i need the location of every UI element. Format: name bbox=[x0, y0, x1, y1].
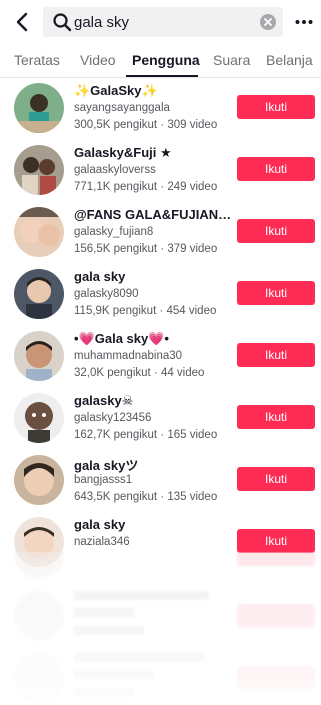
user-handle: galasky123456 bbox=[74, 412, 152, 424]
user-name: gala sky bbox=[74, 269, 126, 284]
tab-suara[interactable]: Suara bbox=[213, 52, 250, 68]
more-button[interactable] bbox=[292, 12, 316, 32]
user-stats: 156,5K pengikut · 379 video bbox=[74, 243, 218, 255]
user-stats: 300,5K pengikut · 309 video bbox=[74, 119, 218, 131]
clear-icon[interactable] bbox=[260, 14, 276, 30]
user-handle: bangjasss1 bbox=[74, 474, 133, 486]
avatar[interactable] bbox=[14, 331, 64, 381]
user-name: Galasky&Fuji ★ bbox=[74, 145, 172, 160]
user-stats: 643,5K pengikut · 135 video bbox=[74, 491, 218, 503]
back-button[interactable] bbox=[10, 9, 34, 35]
user-row[interactable]: galasky☠ galasky123456 162,7K pengikut ·… bbox=[0, 390, 321, 452]
user-row[interactable]: gala sky galasky8090 115,9K pengikut · 4… bbox=[0, 266, 321, 328]
follow-button[interactable]: Ikuti bbox=[237, 219, 315, 243]
user-name: gala skyツ bbox=[74, 458, 139, 473]
tab-pengguna[interactable]: Pengguna bbox=[132, 52, 200, 68]
user-stats: 162,7K pengikut · 165 video bbox=[74, 429, 218, 441]
user-stats: 771,1K pengikut · 249 video bbox=[74, 181, 218, 193]
follow-button[interactable]: Ikuti bbox=[237, 405, 315, 429]
user-name: ✨GalaSky✨ bbox=[74, 83, 158, 98]
user-handle: galasky8090 bbox=[74, 288, 139, 300]
user-row[interactable]: @FANS GALA&FUJIAN… galasky_fujian8 156,5… bbox=[0, 204, 321, 266]
user-row[interactable]: •💗Gala sky💗• muhammadnabina30 32,0K peng… bbox=[0, 328, 321, 390]
user-handle: muhammadnabina30 bbox=[74, 350, 183, 362]
follow-button[interactable]: Ikuti bbox=[237, 95, 315, 119]
reflection-fade bbox=[0, 552, 321, 705]
follow-button[interactable]: Ikuti bbox=[237, 467, 315, 491]
top-bar: gala sky bbox=[0, 0, 321, 46]
user-row[interactable]: Galasky&Fuji ★ galaaskyloverss 771,1K pe… bbox=[0, 142, 321, 204]
user-handle: sayangsayanggala bbox=[74, 102, 170, 114]
avatar[interactable] bbox=[14, 455, 64, 505]
avatar[interactable] bbox=[14, 145, 64, 195]
active-tab-indicator bbox=[126, 75, 198, 77]
follow-button[interactable]: Ikuti bbox=[237, 343, 315, 367]
user-stats: 115,9K pengikut · 454 video bbox=[74, 305, 217, 317]
avatar[interactable] bbox=[14, 207, 64, 257]
user-name: gala sky bbox=[74, 517, 126, 532]
user-name: @FANS GALA&FUJIAN… bbox=[74, 207, 232, 222]
search-icon bbox=[53, 13, 72, 32]
tab-teratas[interactable]: Teratas bbox=[14, 52, 60, 68]
search-field[interactable]: gala sky bbox=[43, 7, 283, 37]
follow-button[interactable]: Ikuti bbox=[237, 529, 315, 553]
search-input[interactable]: gala sky bbox=[74, 14, 129, 31]
user-handle: naziala346 bbox=[74, 536, 130, 548]
user-row[interactable]: gala skyツ bangjasss1 643,5K pengikut · 1… bbox=[0, 452, 321, 514]
tab-video[interactable]: Video bbox=[80, 52, 116, 68]
tab-bar: Teratas Video Pengguna Suara Belanja bbox=[0, 46, 321, 78]
tab-belanja[interactable]: Belanja bbox=[266, 52, 313, 68]
more-icon bbox=[295, 20, 313, 24]
avatar[interactable] bbox=[14, 393, 64, 443]
follow-button[interactable]: Ikuti bbox=[237, 157, 315, 181]
avatar[interactable] bbox=[14, 269, 64, 319]
user-row[interactable]: ✨GalaSky✨ sayangsayanggala 300,5K pengik… bbox=[0, 80, 321, 142]
chevron-left-icon bbox=[16, 12, 28, 32]
user-handle: galaaskyloverss bbox=[74, 164, 156, 176]
user-stats: 32,0K pengikut · 44 video bbox=[74, 367, 205, 379]
avatar[interactable] bbox=[14, 83, 64, 133]
user-handle: galasky_fujian8 bbox=[74, 226, 154, 238]
follow-button[interactable]: Ikuti bbox=[237, 281, 315, 305]
user-name: •💗Gala sky💗• bbox=[74, 331, 169, 346]
user-name: galasky☠ bbox=[74, 393, 134, 408]
